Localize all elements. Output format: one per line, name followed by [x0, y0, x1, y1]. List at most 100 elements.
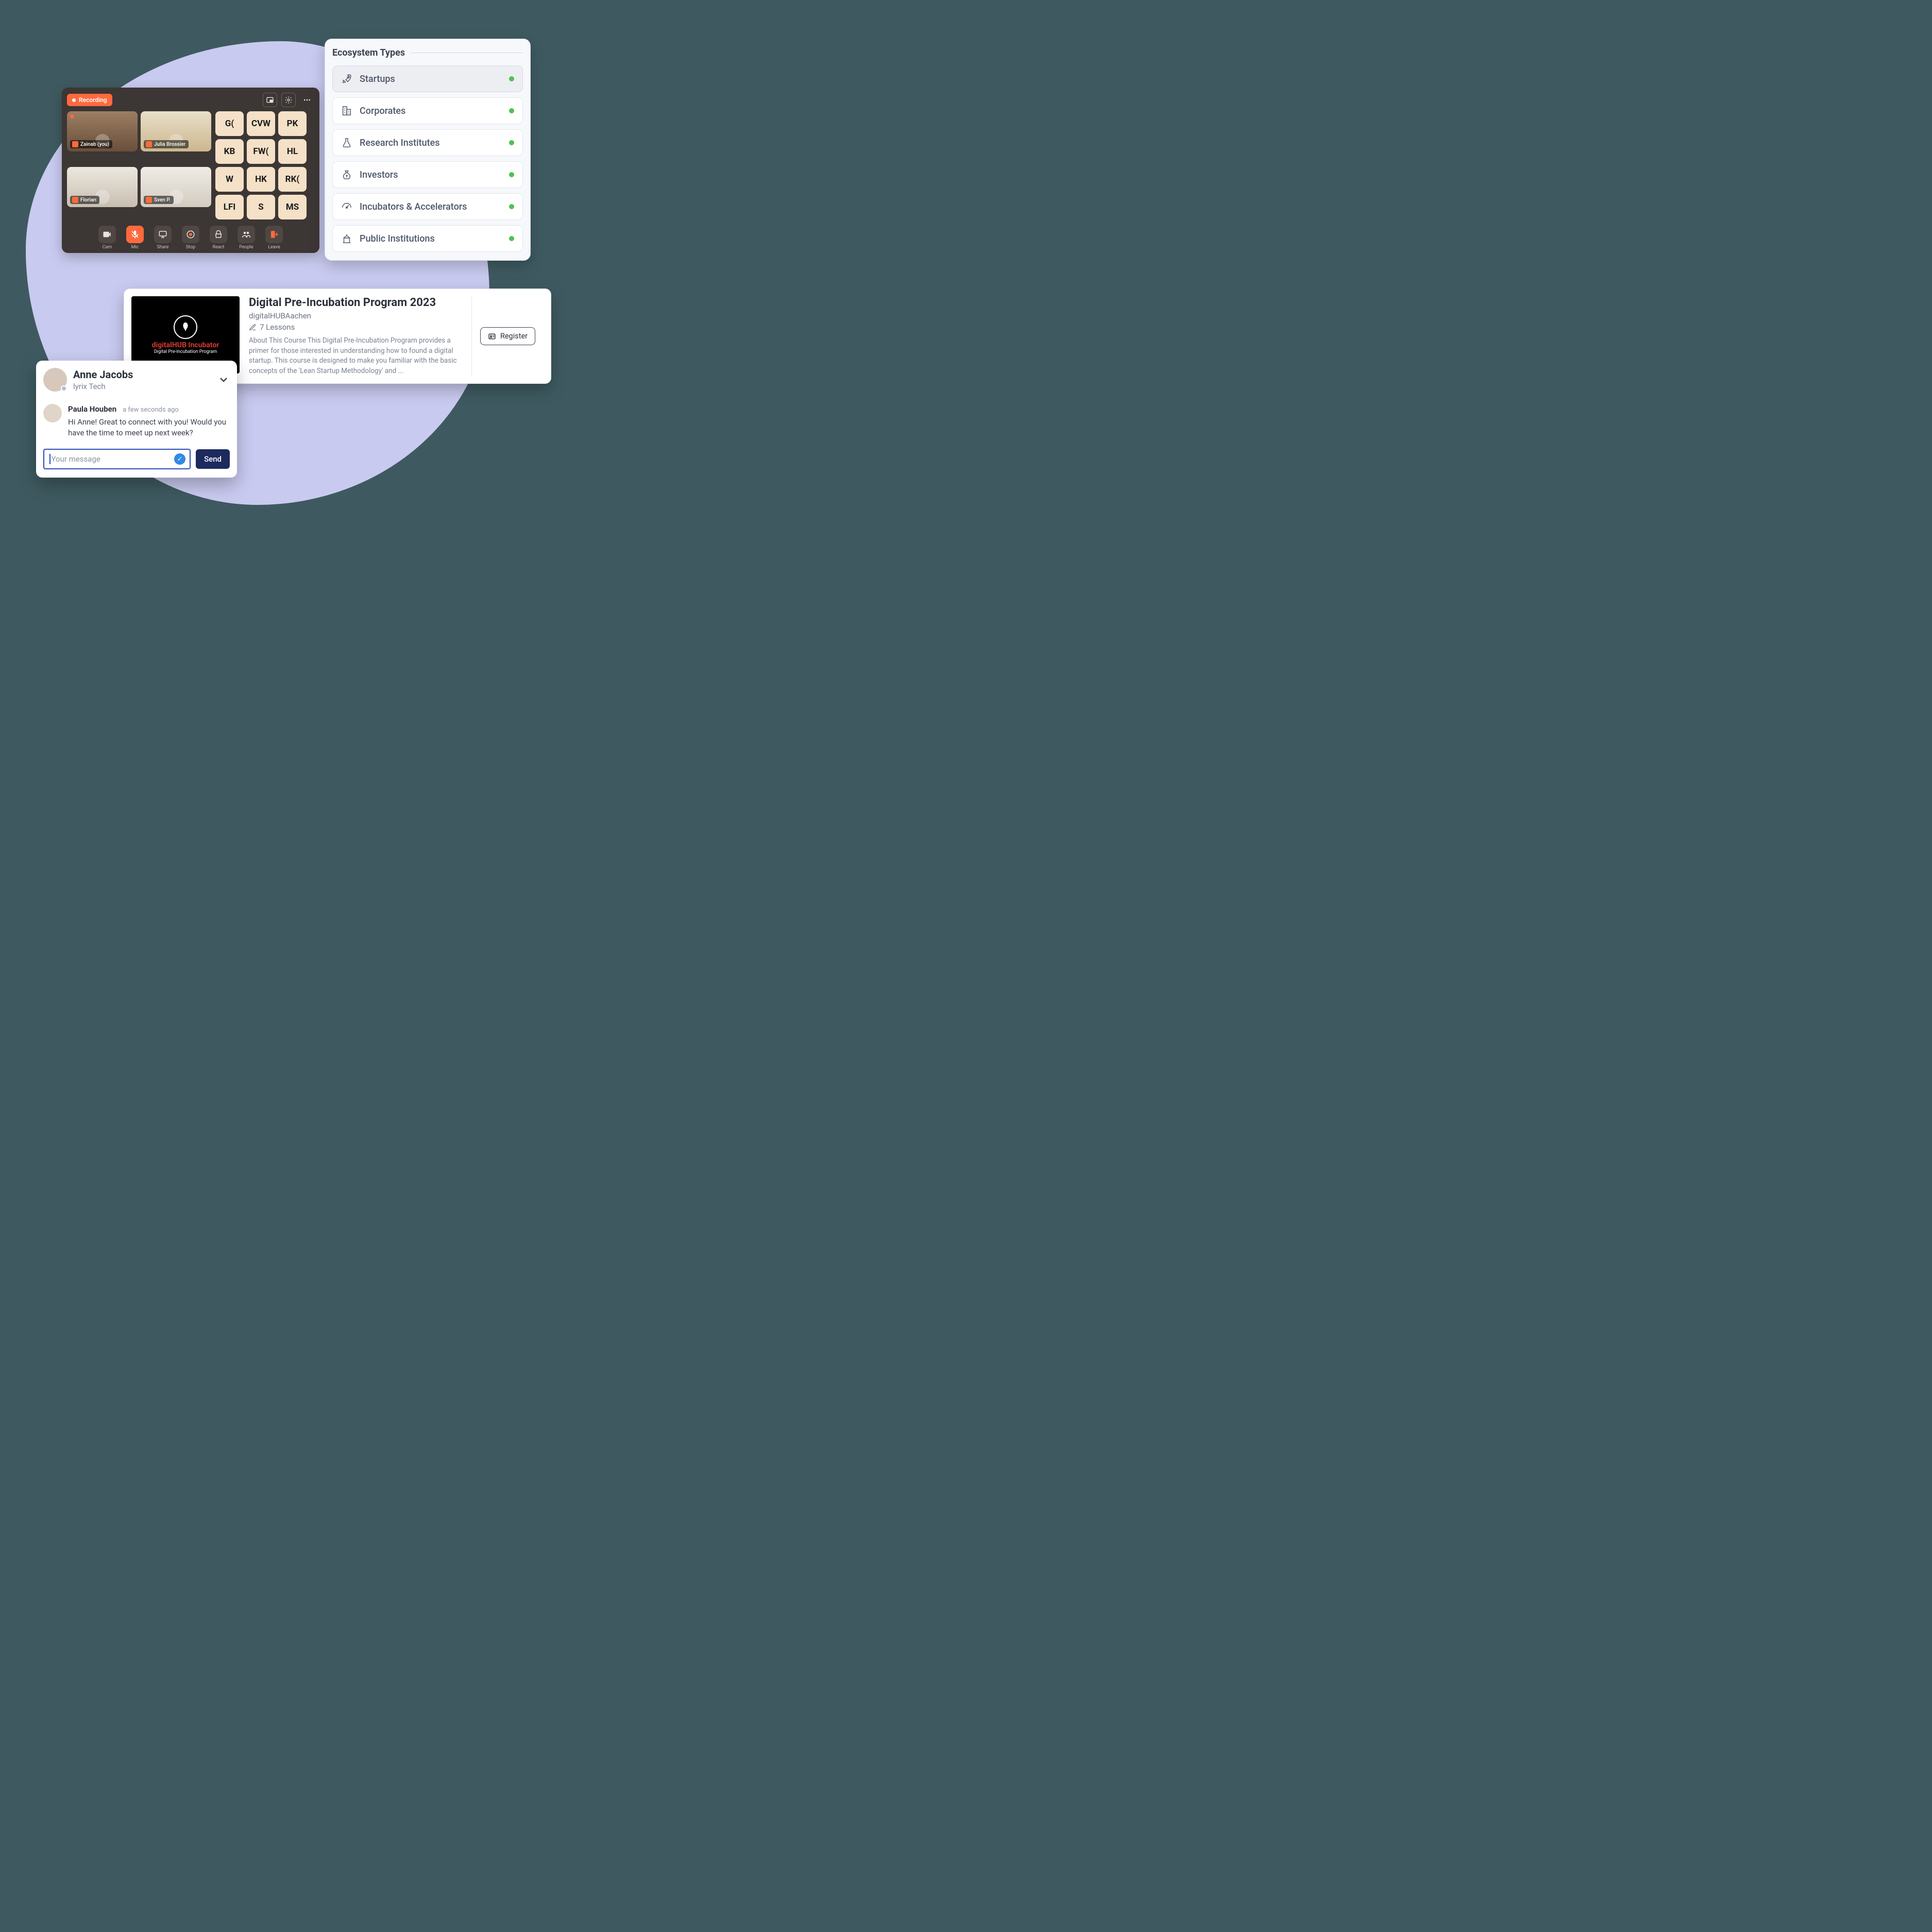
institution-icon [341, 233, 352, 244]
react-button[interactable] [210, 226, 227, 243]
building-icon [341, 105, 352, 116]
status-dot [509, 108, 514, 113]
chat-contact-org: lyrix Tech [73, 382, 133, 391]
ecosystem-item-startups[interactable]: Startups [332, 65, 523, 92]
participant-initials[interactable]: RK( [278, 167, 307, 192]
status-dot [509, 172, 514, 177]
thumb-sub: Digital Pre-Incubation Program [154, 349, 217, 354]
participant-initials[interactable]: LFI [215, 195, 244, 219]
chat-contact-name: Anne Jacobs [73, 368, 133, 381]
ecosystem-item-investors[interactable]: Investors [332, 161, 523, 188]
avatar [43, 368, 67, 392]
mic-label: Mic [131, 245, 139, 250]
participant-initials[interactable]: PK [278, 111, 307, 136]
participant-initials[interactable]: CVW [247, 111, 275, 136]
pip-icon[interactable] [263, 93, 277, 107]
participant-initials[interactable]: MS [278, 195, 307, 219]
edit-icon [249, 324, 257, 331]
send-button[interactable]: Send [196, 449, 230, 469]
course-title: Digital Pre-Incubation Program 2023 [249, 296, 457, 309]
mic-button[interactable] [126, 226, 144, 243]
ecosystem-item-label: Investors [360, 170, 502, 180]
video-call-panel: Recording Zainab (you) [62, 88, 319, 253]
message-body: Hi Anne! Great to connect with you! Woul… [68, 417, 230, 438]
message-author: Paula Houben [68, 404, 116, 414]
video-tile[interactable]: Sven P. [141, 167, 211, 207]
participant-initials[interactable]: G( [215, 111, 244, 136]
course-lessons: 7 Lessons [260, 323, 295, 332]
recording-badge: Recording [67, 94, 112, 106]
participant-initials[interactable]: HK [247, 167, 275, 192]
recording-label: Recording [79, 96, 107, 104]
participant-initials[interactable]: W [215, 167, 244, 192]
status-dot [509, 140, 514, 145]
participant-initials[interactable]: HL [278, 139, 307, 164]
participant-initials[interactable]: S [247, 195, 275, 219]
video-grid: Zainab (you) Julia Brossier Florian Sven… [67, 111, 211, 219]
register-label: Register [500, 332, 528, 341]
gauge-icon [341, 201, 352, 212]
message-time: a few seconds ago [123, 406, 179, 414]
stop-button[interactable] [182, 226, 199, 243]
status-dot [509, 236, 514, 241]
mic-muted-icon [72, 141, 78, 147]
check-icon[interactable]: ✓ [174, 453, 185, 465]
rocket-icon [341, 73, 352, 84]
rocket-icon [174, 315, 197, 339]
people-label: People [239, 245, 253, 250]
money-bag-icon [341, 169, 352, 180]
ecosystem-item-corporates[interactable]: Corporates [332, 97, 523, 124]
gear-icon[interactable] [281, 93, 296, 107]
ecosystem-item-label: Incubators & Accelerators [360, 201, 502, 212]
ecosystem-item-incubators[interactable]: Incubators & Accelerators [332, 193, 523, 220]
chevron-down-icon[interactable] [217, 374, 230, 386]
leave-button[interactable] [265, 226, 283, 243]
avatar [43, 404, 62, 422]
course-description: About This Course This Digital Pre-Incub… [249, 336, 457, 376]
mic-muted-icon [72, 197, 78, 203]
participant-name: Sven P. [154, 197, 171, 203]
presence-dot [61, 385, 67, 392]
camera-label: Cam [103, 245, 112, 250]
more-icon[interactable] [300, 93, 314, 107]
video-tile[interactable]: Zainab (you) [67, 111, 138, 151]
ecosystem-item-research[interactable]: Research Institutes [332, 129, 523, 156]
mic-muted-icon [146, 141, 152, 147]
share-button[interactable] [154, 226, 172, 243]
mic-muted-icon [146, 197, 152, 203]
participant-name: Zainab (you) [80, 142, 109, 147]
participant-initials[interactable]: FW( [247, 139, 275, 164]
video-tile[interactable]: Florian [67, 167, 138, 207]
message-placeholder: Your message [52, 454, 175, 464]
people-button[interactable] [238, 226, 255, 243]
chat-message: Paula Houben a few seconds ago Hi Anne! … [43, 404, 230, 438]
course-org: digitalHUBAachen [249, 311, 457, 320]
id-card-icon [488, 332, 496, 341]
ecosystem-item-label: Research Institutes [360, 138, 502, 148]
react-label: React [213, 245, 225, 250]
participant-name: Florian [80, 197, 96, 203]
send-label: Send [204, 454, 222, 464]
ecosystem-item-public[interactable]: Public Institutions [332, 225, 523, 252]
ecosystem-panel: Ecosystem Types Startups Corporates Rese… [325, 39, 531, 261]
chat-panel: Anne Jacobs lyrix Tech Paula Houben a fe… [36, 361, 237, 478]
message-input[interactable]: Your message ✓ [43, 449, 191, 469]
status-dot [509, 204, 514, 209]
share-label: Share [157, 245, 169, 250]
status-dot [509, 76, 514, 81]
ecosystem-title: Ecosystem Types [332, 47, 405, 58]
thumb-title: digitalHUB Incubator [152, 341, 219, 349]
participant-initials[interactable]: KB [215, 139, 244, 164]
camera-button[interactable] [98, 226, 116, 243]
ecosystem-item-label: Public Institutions [360, 233, 502, 244]
initials-grid: G( CVW PK KB FW( HL W HK RK( LFI S MS [215, 111, 307, 219]
ecosystem-item-label: Corporates [360, 106, 502, 116]
call-controls: Cam Mic Share Stop React People Leave [67, 226, 314, 250]
stop-label: Stop [186, 245, 195, 250]
video-tile[interactable]: Julia Brossier [141, 111, 211, 151]
ecosystem-item-label: Startups [360, 74, 502, 84]
participant-name: Julia Brossier [154, 142, 185, 147]
leave-label: Leave [268, 245, 280, 250]
register-button[interactable]: Register [480, 327, 535, 345]
flask-icon [341, 137, 352, 148]
